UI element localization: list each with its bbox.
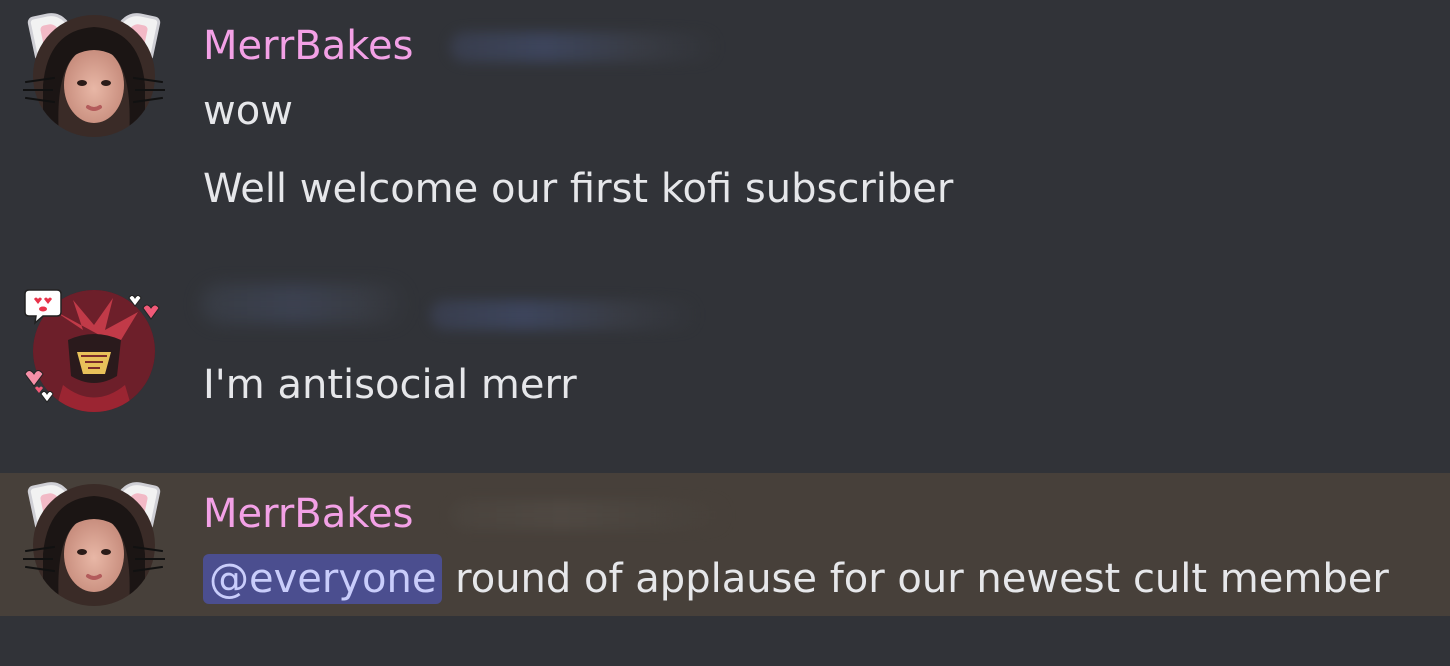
message-text: wow (203, 88, 293, 134)
message-text: I'm antisocial merr (203, 362, 577, 408)
avatar-photo (33, 15, 155, 137)
heart-eyes-emoji-icon (24, 289, 62, 325)
chat-messages: MerrBakes wow Well welcome our first kof… (0, 0, 1450, 666)
avatar-photo (33, 484, 155, 606)
username[interactable]: MerrBakes (203, 22, 413, 70)
whisker-right-icon (135, 558, 165, 560)
message-body: round of applause for our newest cult me… (442, 556, 1389, 602)
whisker-right-icon (135, 89, 165, 91)
everyone-mention[interactable]: @everyone (203, 554, 443, 604)
whisker-left-icon (23, 558, 53, 560)
hearts-icon (128, 295, 160, 320)
hearts-icon (24, 370, 54, 403)
avatar[interactable] (23, 478, 165, 606)
timestamp-redacted (430, 300, 700, 330)
message-text: @everyone round of applause for our newe… (203, 554, 1389, 604)
whisker-left-icon (23, 89, 53, 91)
avatar[interactable] (24, 289, 160, 412)
timestamp-redacted (450, 32, 720, 62)
timestamp-redacted (450, 500, 730, 530)
username[interactable]: MerrBakes (203, 490, 413, 538)
avatar[interactable] (23, 9, 165, 137)
username-redacted (200, 284, 410, 324)
message-text: Well welcome our first kofi subscriber (203, 166, 954, 212)
